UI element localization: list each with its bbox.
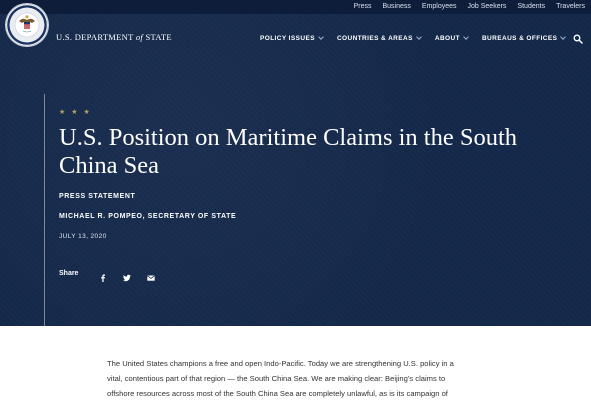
chevron-down-icon [318,34,324,40]
utility-link-travelers[interactable]: Travelers [556,3,585,10]
utility-link-press[interactable]: Press [354,3,372,10]
utility-link-employees[interactable]: Employees [422,3,457,10]
nav-label: BUREAUS & OFFICES [481,34,558,42]
search-button[interactable] [573,31,583,44]
stars-decoration: ★ ★ ★ [59,109,92,116]
main-nav: POLICY ISSUES COUNTRIES & AREAS ABOUT BU… [260,32,567,44]
department-seal-icon[interactable] [6,4,48,46]
nav-about[interactable]: ABOUT [434,34,469,42]
article-body: The United States champions a free and o… [107,356,479,400]
nav-label: COUNTRIES & AREAS [336,34,413,42]
chevron-down-icon [560,34,567,40]
utility-link-business[interactable]: Business [382,3,410,10]
utility-nav: Press Business Employees Job Seekers Stu… [354,0,585,12]
facebook-icon[interactable] [99,269,107,282]
article-type: PRESS STATEMENT [59,193,136,200]
dept-title-prefix: U.S. DEPARTMENT [56,32,134,42]
chevron-down-icon [416,34,422,40]
search-icon [573,34,583,44]
nav-label: ABOUT [434,34,460,42]
nav-label: POLICY ISSUES [260,34,315,42]
email-icon[interactable] [147,269,156,281]
body-line: offshore resources across most of the So… [107,389,448,398]
chevron-down-icon [463,34,469,40]
utility-link-job-seekers[interactable]: Job Seekers [468,3,507,10]
page-title: U.S. Position on Maritime Claims in the … [59,124,518,179]
department-wordmark[interactable]: U.S. DEPARTMENT of STATE [56,32,172,42]
share-bar: Share [59,268,171,282]
dept-title-of: of [135,32,144,42]
nav-bureaus-offices[interactable]: BUREAUS & OFFICES [481,34,567,42]
body-line: The United States champions a free and o… [107,359,454,368]
twitter-icon[interactable] [123,269,132,282]
hero-divider-line [44,94,45,326]
nav-countries-areas[interactable]: COUNTRIES & AREAS [336,34,422,42]
share-label: Share [59,269,79,277]
body-line: vital, contentious part of that region —… [107,374,446,383]
utility-bar: Press Business Employees Job Seekers Stu… [0,0,591,14]
utility-link-students[interactable]: Students [517,3,545,10]
nav-policy-issues[interactable]: POLICY ISSUES [260,34,324,42]
dept-title-suffix: STATE [145,32,172,42]
article-author[interactable]: MICHAEL R. POMPEO, SECRETARY OF STATE [59,213,236,220]
article-date: JULY 13, 2020 [59,233,107,240]
